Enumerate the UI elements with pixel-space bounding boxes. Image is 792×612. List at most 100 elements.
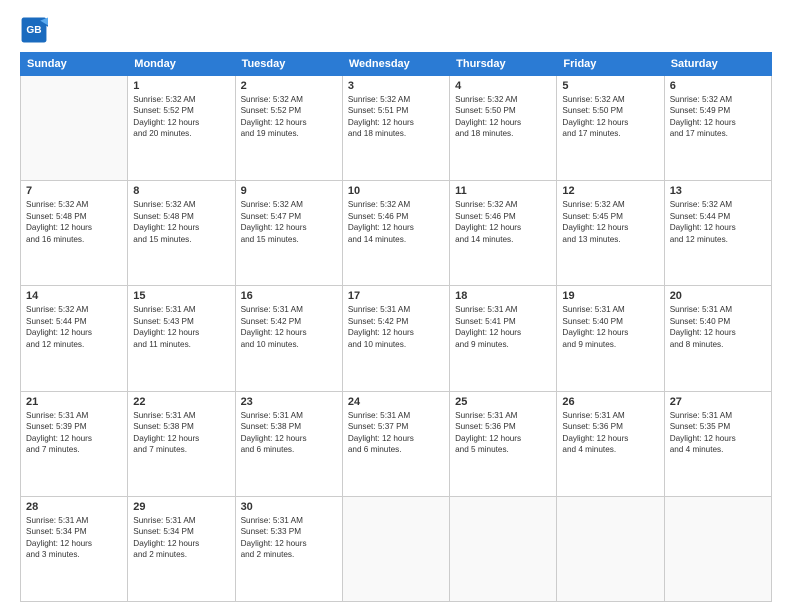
day-number: 16 (241, 290, 337, 302)
calendar-body: 1 Sunrise: 5:32 AM Sunset: 5:52 PM Daylig… (21, 76, 772, 602)
day-number: 19 (562, 290, 658, 302)
week-row-2: 7 Sunrise: 5:32 AM Sunset: 5:48 PM Daylig… (21, 181, 772, 286)
day-number: 28 (26, 501, 122, 513)
cell-content: Sunrise: 5:31 AM Sunset: 5:40 PM Dayligh… (562, 304, 658, 350)
cell-content: Sunrise: 5:32 AM Sunset: 5:50 PM Dayligh… (562, 94, 658, 140)
logo-icon: GB (20, 16, 48, 44)
cell-content: Sunrise: 5:31 AM Sunset: 5:36 PM Dayligh… (562, 410, 658, 456)
header-day-tuesday: Tuesday (235, 53, 342, 76)
calendar-header: SundayMondayTuesdayWednesdayThursdayFrid… (21, 53, 772, 76)
table-row: 4 Sunrise: 5:32 AM Sunset: 5:50 PM Daylig… (450, 76, 557, 181)
header-day-friday: Friday (557, 53, 664, 76)
table-row: 20 Sunrise: 5:31 AM Sunset: 5:40 PM Dayli… (664, 286, 771, 391)
table-row: 11 Sunrise: 5:32 AM Sunset: 5:46 PM Dayli… (450, 181, 557, 286)
cell-content: Sunrise: 5:32 AM Sunset: 5:52 PM Dayligh… (133, 94, 229, 140)
day-number: 5 (562, 80, 658, 92)
table-row: 9Sunrise: 5:32 AM Sunset: 5:47 PM Daylig… (235, 181, 342, 286)
day-number: 7 (26, 185, 122, 197)
cell-content: Sunrise: 5:32 AM Sunset: 5:46 PM Dayligh… (455, 199, 551, 245)
week-row-4: 21 Sunrise: 5:31 AM Sunset: 5:39 PM Dayli… (21, 391, 772, 496)
day-number: 10 (348, 185, 444, 197)
cell-content: Sunrise: 5:32 AM Sunset: 5:48 PM Dayligh… (26, 199, 122, 245)
cell-content: Sunrise: 5:31 AM Sunset: 5:42 PM Dayligh… (348, 304, 444, 350)
cell-content: Sunrise: 5:31 AM Sunset: 5:40 PM Dayligh… (670, 304, 766, 350)
table-row: 2 Sunrise: 5:32 AM Sunset: 5:52 PM Daylig… (235, 76, 342, 181)
header-day-wednesday: Wednesday (342, 53, 449, 76)
day-number: 6 (670, 80, 766, 92)
logo: GB (20, 16, 52, 44)
table-row: 25 Sunrise: 5:31 AM Sunset: 5:36 PM Dayli… (450, 391, 557, 496)
header-day-sunday: Sunday (21, 53, 128, 76)
cell-content: Sunrise: 5:31 AM Sunset: 5:42 PM Dayligh… (241, 304, 337, 350)
table-row: 17 Sunrise: 5:31 AM Sunset: 5:42 PM Dayli… (342, 286, 449, 391)
table-row: 30Sunrise: 5:31 AM Sunset: 5:33 PM Dayli… (235, 496, 342, 601)
table-row (342, 496, 449, 601)
cell-content: Sunrise: 5:31 AM Sunset: 5:38 PM Dayligh… (241, 410, 337, 456)
header: GB (20, 16, 772, 44)
cell-content: Sunrise: 5:31 AM Sunset: 5:39 PM Dayligh… (26, 410, 122, 456)
header-day-saturday: Saturday (664, 53, 771, 76)
cell-content: Sunrise: 5:32 AM Sunset: 5:44 PM Dayligh… (670, 199, 766, 245)
table-row: 28 Sunrise: 5:31 AM Sunset: 5:34 PM Dayli… (21, 496, 128, 601)
cell-content: Sunrise: 5:32 AM Sunset: 5:49 PM Dayligh… (670, 94, 766, 140)
calendar-table: SundayMondayTuesdayWednesdayThursdayFrid… (20, 52, 772, 602)
calendar-page: GB SundayMondayTuesdayWednesdayThursdayF… (0, 0, 792, 612)
day-number: 1 (133, 80, 229, 92)
day-number: 27 (670, 396, 766, 408)
cell-content: Sunrise: 5:31 AM Sunset: 5:34 PM Dayligh… (133, 515, 229, 561)
table-row (557, 496, 664, 601)
day-number: 18 (455, 290, 551, 302)
table-row: 7 Sunrise: 5:32 AM Sunset: 5:48 PM Daylig… (21, 181, 128, 286)
day-number: 8 (133, 185, 229, 197)
header-row: SundayMondayTuesdayWednesdayThursdayFrid… (21, 53, 772, 76)
table-row: 23 Sunrise: 5:31 AM Sunset: 5:38 PM Dayli… (235, 391, 342, 496)
cell-content: Sunrise: 5:32 AM Sunset: 5:46 PM Dayligh… (348, 199, 444, 245)
cell-content: Sunrise: 5:31 AM Sunset: 5:36 PM Dayligh… (455, 410, 551, 456)
table-row: 10 Sunrise: 5:32 AM Sunset: 5:46 PM Dayli… (342, 181, 449, 286)
table-row: 22Sunrise: 5:31 AM Sunset: 5:38 PM Dayli… (128, 391, 235, 496)
cell-content: Sunrise: 5:32 AM Sunset: 5:44 PM Dayligh… (26, 304, 122, 350)
cell-content: Sunrise: 5:32 AM Sunset: 5:52 PM Dayligh… (241, 94, 337, 140)
day-number: 23 (241, 396, 337, 408)
table-row: 19 Sunrise: 5:31 AM Sunset: 5:40 PM Dayli… (557, 286, 664, 391)
table-row: 5 Sunrise: 5:32 AM Sunset: 5:50 PM Daylig… (557, 76, 664, 181)
table-row: 16 Sunrise: 5:31 AM Sunset: 5:42 PM Dayli… (235, 286, 342, 391)
table-row: 13 Sunrise: 5:32 AM Sunset: 5:44 PM Dayli… (664, 181, 771, 286)
day-number: 11 (455, 185, 551, 197)
day-number: 20 (670, 290, 766, 302)
table-row: 3 Sunrise: 5:32 AM Sunset: 5:51 PM Daylig… (342, 76, 449, 181)
table-row: 14Sunrise: 5:32 AM Sunset: 5:44 PM Dayli… (21, 286, 128, 391)
day-number: 4 (455, 80, 551, 92)
header-day-thursday: Thursday (450, 53, 557, 76)
table-row (450, 496, 557, 601)
day-number: 17 (348, 290, 444, 302)
day-number: 3 (348, 80, 444, 92)
cell-content: Sunrise: 5:32 AM Sunset: 5:51 PM Dayligh… (348, 94, 444, 140)
cell-content: Sunrise: 5:32 AM Sunset: 5:48 PM Dayligh… (133, 199, 229, 245)
day-number: 21 (26, 396, 122, 408)
table-row (664, 496, 771, 601)
header-day-monday: Monday (128, 53, 235, 76)
cell-content: Sunrise: 5:31 AM Sunset: 5:33 PM Dayligh… (241, 515, 337, 561)
table-row: 12Sunrise: 5:32 AM Sunset: 5:45 PM Dayli… (557, 181, 664, 286)
svg-text:GB: GB (26, 25, 41, 36)
cell-content: Sunrise: 5:31 AM Sunset: 5:43 PM Dayligh… (133, 304, 229, 350)
table-row: 18Sunrise: 5:31 AM Sunset: 5:41 PM Dayli… (450, 286, 557, 391)
day-number: 15 (133, 290, 229, 302)
day-number: 13 (670, 185, 766, 197)
day-number: 25 (455, 396, 551, 408)
week-row-5: 28 Sunrise: 5:31 AM Sunset: 5:34 PM Dayli… (21, 496, 772, 601)
table-row: 27Sunrise: 5:31 AM Sunset: 5:35 PM Dayli… (664, 391, 771, 496)
day-number: 26 (562, 396, 658, 408)
day-number: 2 (241, 80, 337, 92)
table-row: 24Sunrise: 5:31 AM Sunset: 5:37 PM Dayli… (342, 391, 449, 496)
table-row (21, 76, 128, 181)
table-row: 15 Sunrise: 5:31 AM Sunset: 5:43 PM Dayli… (128, 286, 235, 391)
cell-content: Sunrise: 5:31 AM Sunset: 5:37 PM Dayligh… (348, 410, 444, 456)
cell-content: Sunrise: 5:32 AM Sunset: 5:50 PM Dayligh… (455, 94, 551, 140)
cell-content: Sunrise: 5:32 AM Sunset: 5:45 PM Dayligh… (562, 199, 658, 245)
cell-content: Sunrise: 5:31 AM Sunset: 5:34 PM Dayligh… (26, 515, 122, 561)
table-row: 29Sunrise: 5:31 AM Sunset: 5:34 PM Dayli… (128, 496, 235, 601)
week-row-1: 1 Sunrise: 5:32 AM Sunset: 5:52 PM Daylig… (21, 76, 772, 181)
table-row: 6 Sunrise: 5:32 AM Sunset: 5:49 PM Daylig… (664, 76, 771, 181)
